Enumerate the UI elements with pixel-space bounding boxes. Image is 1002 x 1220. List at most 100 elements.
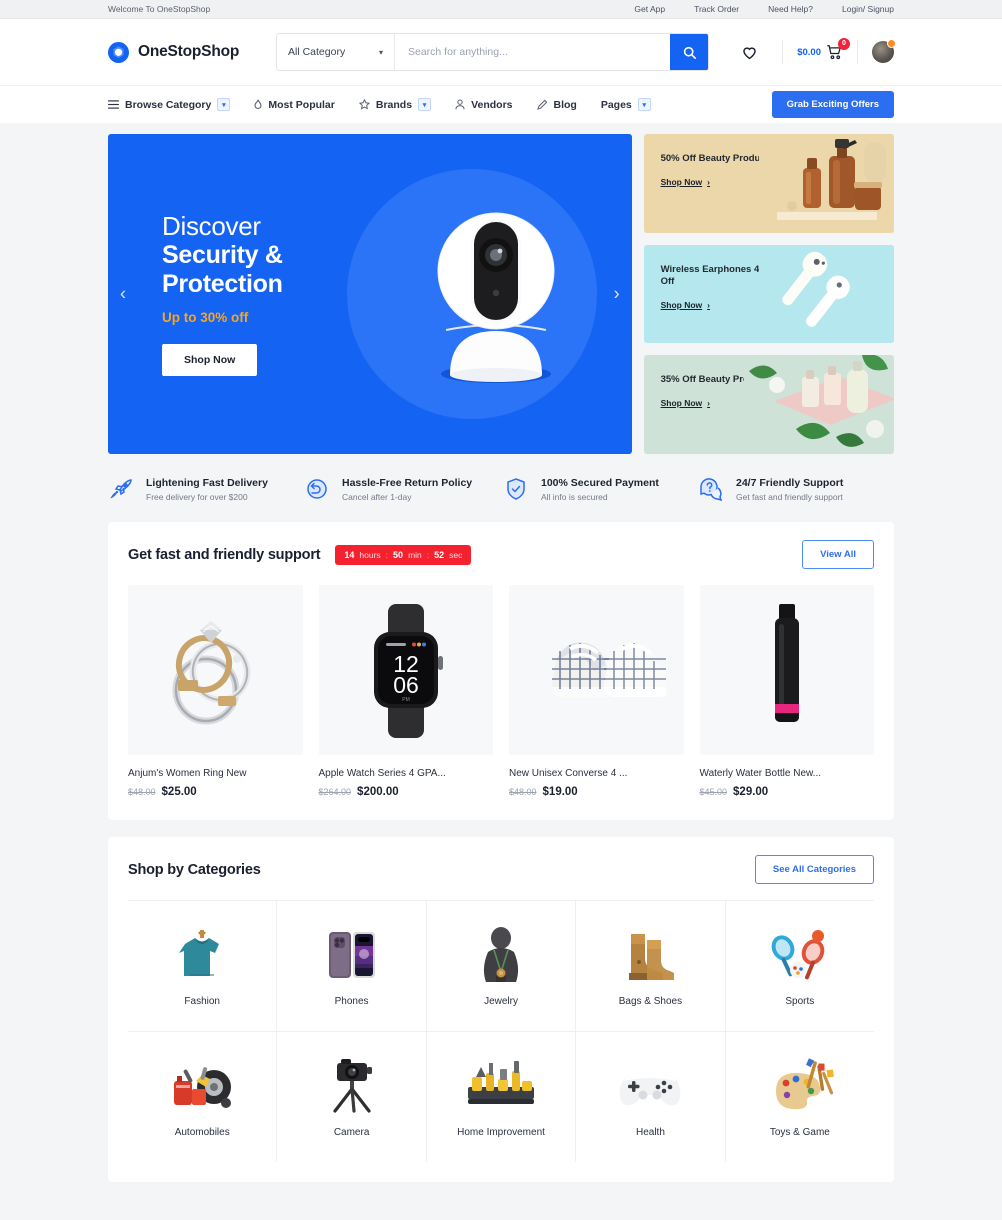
hero-row: ‹ › Discover Security & Protection Up to… xyxy=(108,134,894,454)
product-price: $48.00 $19.00 xyxy=(509,786,684,798)
feature-support: 24/7 Friendly Support Get fast and frien… xyxy=(698,476,894,502)
smartphone-icon xyxy=(321,926,383,984)
promo-card-earphones-40[interactable]: Wireless Earphones 40% Off Shop Now › xyxy=(643,244,894,343)
chevron-down-icon[interactable]: ▾ xyxy=(217,98,231,111)
heart-icon xyxy=(741,44,758,61)
nav-item-most-popular[interactable]: Most Popular xyxy=(254,99,335,111)
feature-title: 100% Secured Payment xyxy=(540,476,659,489)
product-list: Anjum's Women Ring New $48.00 $25.00 12 … xyxy=(108,585,894,820)
nav-item-brands[interactable]: Brands ▾ xyxy=(358,98,432,111)
feature-subtitle: Free delivery for over $200 xyxy=(146,491,248,502)
product-old-price: $45.00 xyxy=(699,787,728,797)
chevron-down-icon[interactable]: ▾ xyxy=(418,98,432,111)
security-camera-icon xyxy=(416,199,576,389)
top-link-need-help[interactable]: Need Help? xyxy=(768,4,813,14)
categories-title: Shop by Categories xyxy=(128,861,261,878)
top-link-get-app[interactable]: Get App xyxy=(634,4,665,14)
category-jewelry[interactable]: Jewelry xyxy=(427,901,577,1031)
category-select[interactable]: All Category ▾ xyxy=(277,34,395,70)
nav-item-vendors[interactable]: Vendors xyxy=(455,99,513,111)
cart-button[interactable]: $0.00 0 xyxy=(797,37,850,61)
nav-item-pages[interactable]: Pages ▾ xyxy=(601,98,651,111)
promo-card-beauty-35[interactable]: 35% Off Beauty Products Shop Now › xyxy=(643,355,894,454)
header-divider-2 xyxy=(857,40,858,64)
category-health[interactable]: Health xyxy=(576,1032,726,1162)
header-actions: $0.00 0 xyxy=(730,35,896,69)
search-icon xyxy=(683,46,696,59)
grab-offers-button[interactable]: Grab Exciting Offers xyxy=(771,91,894,118)
product-image xyxy=(509,585,684,755)
nav-items: Browse Category ▾ Most Popular Brands ▾ xyxy=(108,98,651,111)
category-label: Jewelry xyxy=(484,995,518,1007)
nav-label-brands: Brands xyxy=(375,98,413,111)
category-fashion[interactable]: Fashion xyxy=(128,901,278,1031)
promo-shop-now-link[interactable]: Shop Now › xyxy=(661,177,710,187)
category-label: Phones xyxy=(334,995,369,1007)
tshirt-icon xyxy=(171,926,233,984)
chevron-left-icon[interactable]: ‹ xyxy=(120,284,126,305)
countdown-separator: : xyxy=(385,549,389,560)
necklace-icon xyxy=(470,926,532,984)
countdown-seconds-label: sec xyxy=(449,549,463,560)
nav-item-browse-category[interactable]: Browse Category ▾ xyxy=(108,98,231,111)
product-old-price: $48.00 xyxy=(509,787,537,797)
product-name: New Unisex Converse 4 ... xyxy=(509,768,628,779)
countdown-hours: 14 xyxy=(344,549,355,560)
rocket-icon xyxy=(108,476,134,502)
promo-shop-now-link[interactable]: Shop Now › xyxy=(661,300,710,310)
promo-card-beauty-50[interactable]: 50% Off Beauty Products Shop Now › xyxy=(643,134,894,233)
logo[interactable]: OneStopShop xyxy=(108,41,273,63)
chevron-right-icon[interactable]: › xyxy=(614,284,620,305)
category-bags-shoes[interactable]: Bags & Shoes xyxy=(576,901,726,1031)
category-automobiles[interactable]: Automobiles xyxy=(128,1032,278,1162)
category-camera[interactable]: Camera xyxy=(277,1032,427,1162)
promo-shop-now-link[interactable]: Shop Now › xyxy=(661,398,710,408)
hero-subtitle: Up to 30% off xyxy=(162,310,249,326)
category-label: Bags & Shoes xyxy=(618,995,683,1007)
product-card[interactable]: Anjum's Women Ring New $48.00 $25.00 xyxy=(128,585,303,798)
product-current-price: $19.00 xyxy=(542,786,578,798)
nav-label-browse-category: Browse Category xyxy=(125,98,212,111)
categories-header: Shop by Categories See All Categories xyxy=(108,837,894,900)
fire-icon xyxy=(254,99,262,110)
category-label: Sports xyxy=(785,995,815,1007)
product-price: $48.00 $25.00 xyxy=(128,786,303,798)
product-name: Anjum's Women Ring New xyxy=(128,768,247,779)
product-price: $264.00 $200.00 xyxy=(319,786,494,798)
product-card[interactable]: New Unisex Converse 4 ... $48.00 $19.00 xyxy=(509,585,684,798)
product-price: $45.00 $29.00 xyxy=(700,786,875,798)
wishlist-button[interactable] xyxy=(730,35,768,69)
countdown-minutes: 50 xyxy=(393,549,404,560)
header-divider-1 xyxy=(782,40,784,64)
product-card[interactable]: 12 06 PM Apple Watch Series 4 GPA... $26… xyxy=(318,585,494,798)
chevron-down-icon[interactable]: ▾ xyxy=(637,98,651,111)
product-old-price: $264.00 xyxy=(318,787,352,797)
top-link-login-signup[interactable]: Login/ Signup xyxy=(842,4,894,14)
top-link-track-order[interactable]: Track Order xyxy=(694,4,739,14)
countdown-seconds: 52 xyxy=(434,549,445,560)
avatar[interactable] xyxy=(872,39,896,63)
category-toys-game[interactable]: Toys & Game xyxy=(726,1032,874,1162)
feature-delivery: Lightening Fast Delivery Free delivery f… xyxy=(108,476,304,502)
nav-item-blog[interactable]: Blog xyxy=(536,98,577,111)
category-sports[interactable]: Sports xyxy=(726,901,874,1031)
search-button[interactable] xyxy=(670,34,708,70)
search-bar: All Category ▾ xyxy=(276,33,709,71)
category-label: Fashion xyxy=(184,995,220,1007)
search-input[interactable] xyxy=(395,34,670,70)
see-all-categories-button[interactable]: See All Categories xyxy=(754,855,874,884)
view-all-button[interactable]: View All xyxy=(802,540,874,569)
product-card[interactable]: Waterly Water Bottle New... $45.00 $29.0… xyxy=(699,585,875,798)
category-home-improvement[interactable]: Home Improvement xyxy=(427,1032,577,1162)
categories-row: Automobiles Camera Home Improvement Heal… xyxy=(128,1031,874,1162)
category-phones[interactable]: Phones xyxy=(277,901,427,1031)
hero-shop-now-button[interactable]: Shop Now xyxy=(162,344,258,377)
main-content: ‹ › Discover Security & Protection Up to… xyxy=(0,134,1002,1182)
feature-payment: 100% Secured Payment All info is secured xyxy=(503,476,698,502)
feature-title: 24/7 Friendly Support xyxy=(735,476,844,489)
categories-panel: Shop by Categories See All Categories Fa… xyxy=(108,837,894,1182)
paint-palette-icon xyxy=(766,1057,834,1115)
chevron-down-icon: ▾ xyxy=(378,47,383,57)
nav-label-blog: Blog xyxy=(553,98,577,111)
countdown-hours-label: hours xyxy=(359,549,381,560)
